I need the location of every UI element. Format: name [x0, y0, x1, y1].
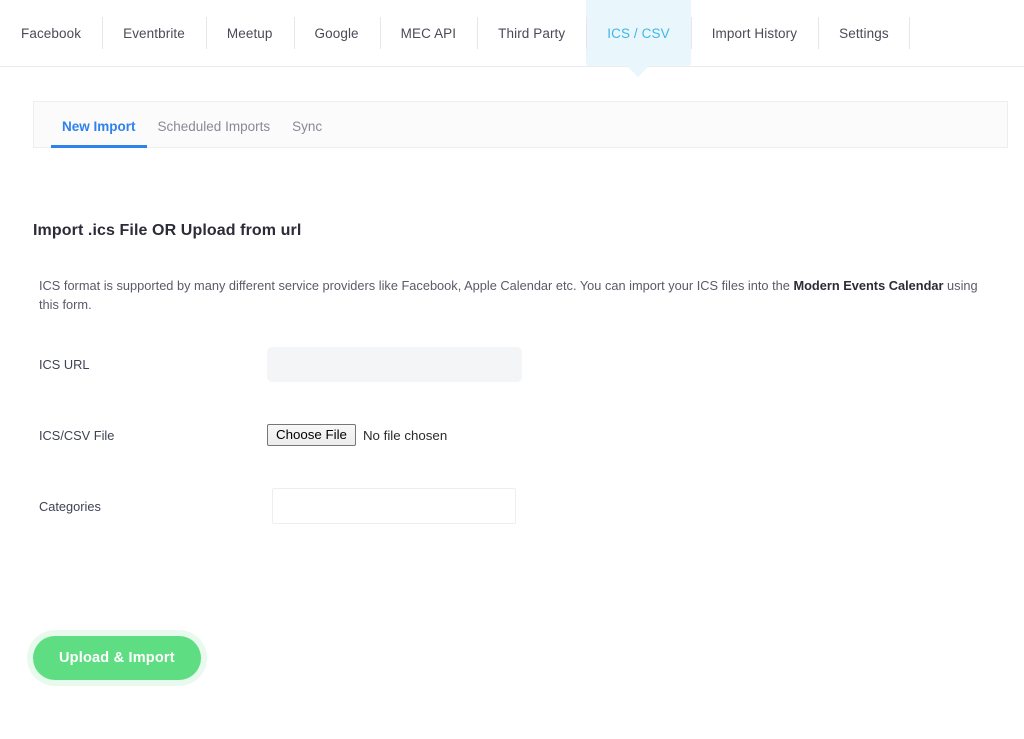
description-text-before: ICS format is supported by many differen… — [39, 278, 794, 293]
field-row-ics-csv-file: ICS/CSV File Choose File No file chosen — [33, 400, 991, 470]
page-description: ICS format is supported by many differen… — [39, 276, 991, 314]
ics-csv-file-control: Choose File No file chosen — [263, 424, 991, 447]
subtab-label: Scheduled Imports — [157, 119, 271, 134]
nav-tab-ics-csv[interactable]: ICS / CSV — [586, 0, 691, 77]
subtab-label: Sync — [292, 119, 323, 134]
ics-url-input[interactable] — [267, 346, 522, 382]
field-row-ics-url: ICS URL — [33, 328, 991, 400]
nav-tab-label: Settings — [839, 25, 889, 41]
nav-tab-label: Google — [314, 25, 359, 41]
categories-label: Categories — [39, 498, 101, 514]
nav-tab-label: Eventbrite — [123, 25, 185, 41]
nav-tab-facebook[interactable]: Facebook — [0, 0, 102, 66]
nav-tab-meetup[interactable]: Meetup — [205, 0, 294, 66]
file-status-text: No file chosen — [362, 427, 448, 443]
nav-tab-label: MEC API — [400, 25, 457, 41]
categories-input[interactable] — [272, 488, 516, 525]
import-subtab-bar: New Import Scheduled Imports Sync — [33, 101, 1008, 148]
subtab-scheduled-imports[interactable]: Scheduled Imports — [147, 119, 282, 147]
field-row-categories: Categories — [33, 470, 991, 542]
nav-tab-label: Facebook — [21, 25, 82, 41]
nav-tab-import-history[interactable]: Import History — [690, 0, 818, 66]
provider-tab-bar: Facebook Eventbrite Meetup Google MEC AP… — [0, 0, 1024, 77]
active-tab-pointer-icon — [627, 66, 650, 77]
file-input[interactable]: Choose File No file chosen — [267, 424, 448, 447]
description-product-name: Modern Events Calendar — [793, 278, 944, 293]
nav-tab-label: Third Party — [498, 25, 566, 41]
form-actions: Upload & Import — [0, 636, 1024, 681]
nav-tab-third-party[interactable]: Third Party — [477, 0, 586, 66]
nav-tab-settings[interactable]: Settings — [818, 0, 910, 66]
upload-and-import-button[interactable]: Upload & Import — [33, 636, 201, 681]
nav-tab-label: Meetup — [226, 25, 273, 41]
nav-tab-eventbrite[interactable]: Eventbrite — [102, 0, 206, 66]
ics-url-label: ICS URL — [39, 356, 90, 372]
provider-tab-list: Facebook Eventbrite Meetup Google MEC AP… — [0, 0, 1024, 77]
categories-control — [263, 488, 991, 525]
import-form: Import .ics File OR Upload from url ICS … — [0, 222, 1024, 542]
active-subtab-underline — [51, 145, 147, 148]
page-content: New Import Scheduled Imports Sync Import… — [0, 101, 1024, 681]
page-title: Import .ics File OR Upload from url — [33, 222, 302, 239]
subtab-label: New Import — [62, 119, 136, 134]
choose-file-button[interactable]: Choose File — [267, 424, 356, 447]
nav-tab-label: Import History — [711, 25, 798, 41]
nav-tab-label: ICS / CSV — [607, 25, 670, 41]
nav-tab-mec-api[interactable]: MEC API — [379, 0, 477, 66]
subtab-new-import[interactable]: New Import — [51, 119, 147, 148]
ics-url-control — [263, 346, 991, 382]
nav-tab-google[interactable]: Google — [293, 0, 380, 66]
ics-csv-file-label: ICS/CSV File — [39, 427, 115, 443]
subtab-sync[interactable]: Sync — [281, 119, 333, 147]
